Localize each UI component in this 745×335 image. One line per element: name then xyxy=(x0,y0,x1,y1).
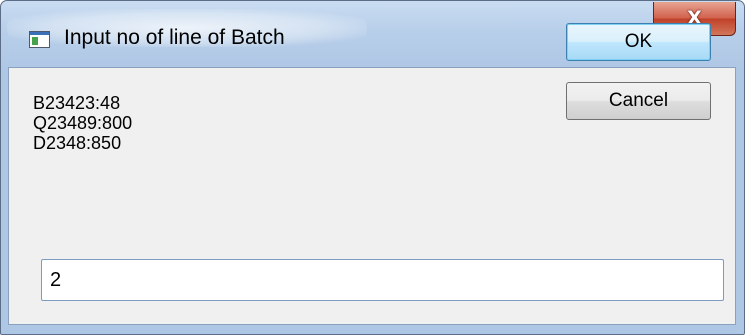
app-icon-panel xyxy=(32,37,38,45)
cancel-button[interactable]: Cancel xyxy=(566,82,711,120)
prompt-message: B23423:48 Q23489:800 D2348:850 xyxy=(33,93,132,153)
batch-line: B23423:48 xyxy=(33,93,121,113)
app-icon-titlebar xyxy=(30,32,49,35)
app-window-icon xyxy=(29,31,50,48)
batch-line-input[interactable] xyxy=(41,259,724,301)
window-title: Input no of line of Batch xyxy=(64,26,285,49)
ok-button[interactable]: OK xyxy=(566,23,711,61)
batch-line: D2348:850 xyxy=(33,133,122,153)
dialog-window: Input no of line of Batch X B23423:48 Q2… xyxy=(0,0,745,335)
batch-line: Q23489:800 xyxy=(33,113,133,133)
